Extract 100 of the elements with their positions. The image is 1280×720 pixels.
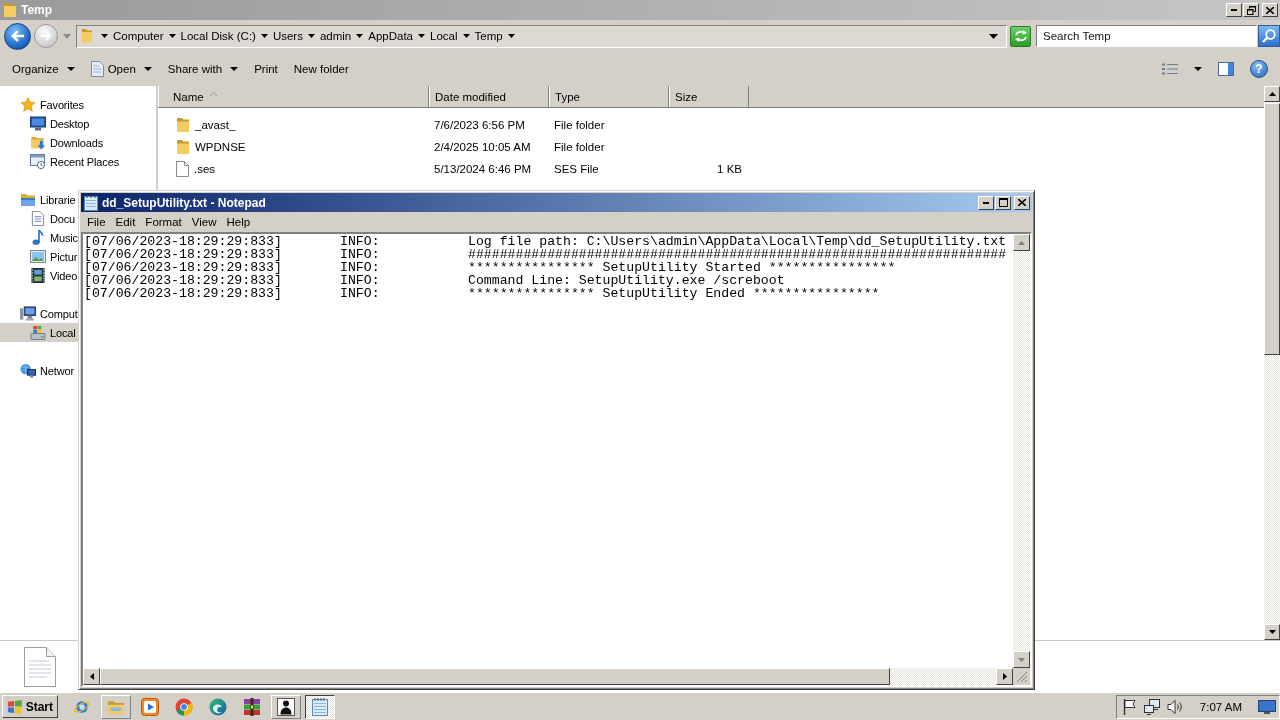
column-header[interactable]: Size <box>669 86 749 107</box>
toolbar-button[interactable]: Organize <box>4 56 83 82</box>
flag-icon[interactable] <box>1122 698 1137 715</box>
breadcrumb-item[interactable]: Local <box>426 26 462 46</box>
scroll-up-button[interactable] <box>1013 234 1030 251</box>
forward-arrow-icon <box>40 31 52 41</box>
scrollbar-thumb[interactable] <box>1264 103 1280 355</box>
nav-item[interactable]: Local <box>0 323 79 342</box>
minimize-button[interactable] <box>1226 3 1242 17</box>
breadcrumb-item[interactable]: Computer <box>109 26 168 46</box>
network-icon <box>20 363 36 378</box>
maximize-button[interactable] <box>995 195 1011 210</box>
caret-icon[interactable] <box>168 34 176 38</box>
back-button[interactable] <box>4 22 31 50</box>
file-row[interactable]: .ses 5/13/2024 6:46 PM SES File 1 KB <box>158 158 1264 180</box>
menu-item[interactable]: Format <box>140 215 187 229</box>
breadcrumb-item[interactable]: AppData <box>364 26 418 46</box>
toolbar-button[interactable]: Print <box>246 56 286 82</box>
file-type: File folder <box>554 141 605 153</box>
menu-item[interactable]: Edit <box>110 215 141 229</box>
caret-icon[interactable] <box>356 34 364 38</box>
nav-item[interactable]: Comput <box>0 304 79 323</box>
document-icon <box>30 211 46 226</box>
file-name: _avast_ <box>195 119 236 131</box>
scroll-down-button[interactable] <box>1013 651 1030 668</box>
menu-item[interactable]: Help <box>221 215 256 229</box>
scrollbar[interactable] <box>1264 86 1280 640</box>
nav-item[interactable]: Networ <box>0 361 75 380</box>
scroll-up-button[interactable] <box>1264 86 1280 102</box>
scroll-left-button[interactable] <box>83 668 100 685</box>
breadcrumb-item[interactable]: admin <box>315 26 356 46</box>
caret-icon[interactable] <box>507 34 515 38</box>
toolbar-button[interactable]: New folder <box>285 56 357 82</box>
timestamp: [07/06/2023-18:29:29:833] <box>84 287 282 300</box>
restore-button[interactable] <box>1243 3 1259 17</box>
dropdown-caret-icon[interactable] <box>989 33 998 39</box>
timestamp: [07/06/2023-18:29:29:833] <box>84 274 282 287</box>
search-button[interactable] <box>1258 25 1280 47</box>
search-field[interactable]: Search Temp <box>1036 25 1257 47</box>
caret-icon[interactable] <box>260 34 268 38</box>
scroll-right-button[interactable] <box>996 668 1013 685</box>
tricolor-circle-icon <box>175 697 193 716</box>
resize-grip-icon[interactable] <box>1016 671 1028 683</box>
nav-item[interactable]: Downloads <box>0 133 105 152</box>
scrollbar[interactable] <box>83 668 1013 685</box>
file-name: WPDNSE <box>195 141 246 153</box>
timestamp: [07/06/2023-18:29:29:833] <box>84 248 282 261</box>
list-view-icon <box>1162 63 1178 75</box>
library-icon <box>20 192 36 207</box>
show-desktop-button[interactable] <box>1257 699 1277 714</box>
nav-item[interactable]: Video <box>0 266 79 285</box>
file-type: File folder <box>554 119 605 131</box>
file-type: SES File <box>554 163 599 175</box>
file-row[interactable]: _avast_ 7/6/2023 6:56 PM File folder <box>158 114 1264 136</box>
close-button[interactable] <box>1014 195 1030 210</box>
nav-item[interactable]: Desktop <box>0 114 91 133</box>
nav-item[interactable]: Pictur <box>0 247 79 266</box>
preview-pane-icon <box>1218 62 1234 76</box>
nav-item[interactable]: Recent Places <box>0 152 120 171</box>
column-header[interactable]: Date modified <box>429 86 549 107</box>
search-icon <box>1262 29 1276 43</box>
breadcrumb-item[interactable]: Users <box>268 26 307 46</box>
caret-icon[interactable] <box>418 34 426 38</box>
menu-item[interactable]: File <box>82 215 111 229</box>
timestamp: [07/06/2023-18:29:29:833] <box>84 235 282 248</box>
address-bar[interactable]: Computer Local Disk (C:) Users admin AppData Local Temp <box>76 24 1007 48</box>
start-button[interactable]: Start <box>2 695 58 718</box>
network-icon[interactable] <box>1143 698 1160 715</box>
nav-item[interactable]: Docu <box>0 209 77 228</box>
menu-item[interactable]: View <box>186 215 222 229</box>
nav-item[interactable]: Music <box>0 228 79 247</box>
scrollbar[interactable] <box>1013 234 1030 668</box>
scroll-down-button[interactable] <box>1264 624 1280 640</box>
file-icon <box>176 161 189 177</box>
picture-icon <box>30 249 46 264</box>
column-header[interactable]: Name <box>158 86 429 107</box>
breadcrumb-item[interactable]: Local Disk (C:) <box>176 26 260 46</box>
nav-item[interactable]: Librarie <box>0 190 77 209</box>
clock[interactable]: 7:07 AM <box>1199 700 1242 713</box>
folder-icon <box>3 2 17 18</box>
refresh-button[interactable] <box>1010 25 1031 47</box>
caret-icon[interactable] <box>101 34 108 38</box>
caret-icon[interactable] <box>307 34 315 38</box>
minimize-button[interactable] <box>978 195 994 210</box>
speaker-icon[interactable] <box>1166 699 1183 714</box>
caret-icon[interactable] <box>462 34 470 38</box>
computer-icon <box>20 306 36 321</box>
down-arrow-icon <box>1268 630 1276 634</box>
scrollbar-thumb[interactable] <box>100 668 890 685</box>
toolbar-button[interactable]: Share with <box>159 56 247 82</box>
taskbar-button[interactable] <box>305 694 335 719</box>
breadcrumb-item[interactable]: Temp <box>470 26 507 46</box>
nav-item[interactable]: Favorites <box>0 95 85 114</box>
close-button[interactable] <box>1262 3 1278 17</box>
toolbar-button[interactable]: Open <box>82 56 160 82</box>
drive-icon <box>30 325 46 340</box>
column-header[interactable]: Type <box>549 86 669 107</box>
log-message: **************** SetupUtility Ended **************** <box>468 287 880 300</box>
file-row[interactable]: WPDNSE 2/4/2025 10:05 AM File folder <box>158 136 1264 158</box>
log-level: INFO: <box>340 248 380 261</box>
